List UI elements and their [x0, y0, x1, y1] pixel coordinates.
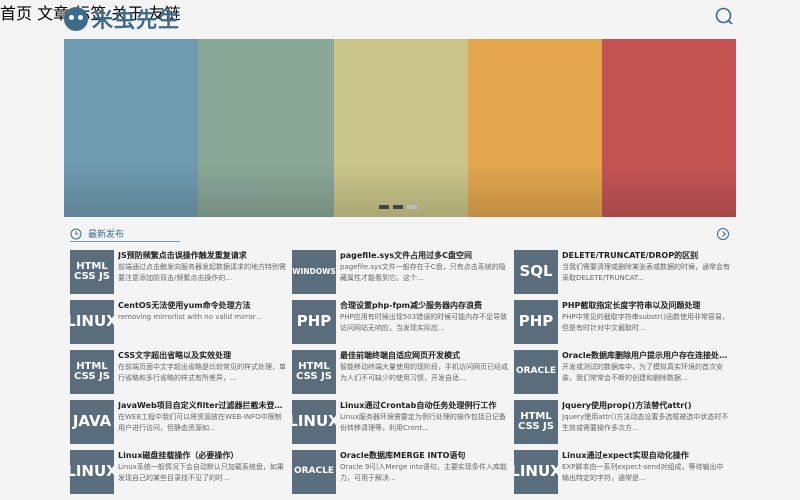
post-card[interactable]: SQL DELETE/TRUNCATE/DROP的区别当我们需要清理或删除某张表或…: [514, 250, 730, 294]
post-title[interactable]: Linux磁盘挂载操作（必要操作）: [118, 450, 286, 461]
post-excerpt: PHP中常见的截取字符串substr()函数使用非常容易，但是有时针对中文截取时…: [562, 313, 729, 332]
post-card[interactable]: HTML CSS JS Jquery使用prop()方法替代attr() Jquery…: [514, 400, 730, 444]
post-card[interactable]: LINUX CentOS无法使用yum命令处理方法 removing mirrorl…: [70, 300, 286, 344]
post-card[interactable]: LINUX Linux通过Crontab自动任务处理例行工作 Linux服务器环境需…: [292, 400, 508, 444]
post-title[interactable]: pagefile.sys文件占用过多C盘空间: [340, 250, 508, 261]
thumbnail-label: LINUX: [70, 312, 114, 331]
post-thumbnail[interactable]: LINUX: [70, 450, 114, 494]
post-card[interactable]: HTML CSS JS CSS文字超出省略以及实效处理在前端页面中文字超出省略是比较…: [70, 350, 286, 394]
post-card[interactable]: JAVA JavaWeb项目自定义filter过滤器拦截未登录... 在WEB工程中…: [70, 400, 286, 444]
thumbnail-label: LINUX: [292, 412, 336, 431]
post-card[interactable]: HTML CSS JS JS预防频繁点击误操作触发重复请求前端通过点击触发向服务器发…: [70, 250, 286, 294]
clock-icon: [70, 228, 82, 240]
nav-home[interactable]: 首页: [0, 4, 32, 23]
post-card[interactable]: HTML CSS JS 最佳前端终端自适应网页开发模式智能移动终端大量使用的现阶段，…: [292, 350, 508, 394]
thumbnail-label: ORACLE: [293, 466, 335, 477]
post-title[interactable]: Jquery使用prop()方法替代attr(): [562, 400, 730, 411]
post-thumbnail[interactable]: PHP: [292, 300, 336, 344]
post-title[interactable]: 最佳前端终端自适应网页开发模式: [340, 350, 508, 361]
post-excerpt: PHP应用有时候出现503错误的时候可能内存不足导致访问网站无响应，当发现实际应…: [340, 313, 508, 332]
post-thumbnail[interactable]: ORACLE: [292, 450, 336, 494]
carousel-dots[interactable]: [379, 205, 417, 209]
post-title[interactable]: JS预防频繁点击误操作触发重复请求: [118, 250, 286, 261]
thumbnail-label: LINUX: [70, 462, 114, 481]
post-title[interactable]: CSS文字超出省略以及实效处理: [118, 350, 286, 361]
thumbnail-label: CSS JS: [296, 371, 332, 382]
post-card[interactable]: LINUX Linux磁盘挂载操作（必要操作） Linux系统一般情况下会自动默认只…: [70, 450, 286, 494]
post-excerpt: 开发或测试的数据库中，为了模拟真实环境的首次安装，我们常常会不断的创建和删除数据…: [562, 363, 723, 382]
post-thumbnail[interactable]: LINUX: [514, 450, 558, 494]
post-thumbnail[interactable]: JAVA: [70, 400, 114, 444]
post-title[interactable]: Oracle数据库删除用户提示用户存在连接处理...: [562, 350, 730, 361]
banner-strip: [334, 39, 468, 217]
section-latest: 最新发布: [70, 227, 180, 242]
carousel-dot[interactable]: [407, 205, 417, 209]
post-title[interactable]: 合理设置php-fpm减少服务器内存浪费: [340, 300, 508, 311]
carousel-dot[interactable]: [393, 205, 403, 209]
post-thumbnail[interactable]: LINUX: [70, 300, 114, 344]
post-thumbnail[interactable]: ORACLE: [514, 350, 558, 394]
post-excerpt: pagefile.sys文件一般存在于C盘，只有点击系统的隐藏属性才能看到它。这…: [340, 263, 506, 282]
post-excerpt: Jquery使用attr()方法动态设置多选框被选中状态时不生效或需要操作多次方…: [562, 413, 729, 432]
logo-text: 米虫先生: [92, 8, 180, 32]
post-title[interactable]: Linux通过Crontab自动任务处理例行工作: [340, 400, 508, 411]
banner-strip: [602, 39, 736, 217]
post-thumbnail[interactable]: SQL: [514, 250, 558, 294]
post-title[interactable]: PHP截取指定长度字符串以及问题处理: [562, 300, 730, 311]
more-arrow-icon[interactable]: [717, 228, 729, 240]
post-excerpt: 前端通过点击触发向服务器发起数据请求的地方特别需要注意添加防双击/频繁点击操作的…: [118, 263, 286, 282]
carousel-dot[interactable]: [379, 205, 389, 209]
thumbnail-label: CSS JS: [74, 271, 110, 282]
post-title[interactable]: CentOS无法使用yum命令处理方法: [118, 300, 286, 311]
post-excerpt: Linux系统一般情况下会自动默认只加载系统盘，如果发现自己的某些目录找不见了的…: [118, 463, 284, 482]
section-title-text: 最新发布: [88, 230, 125, 240]
post-card[interactable]: ORACLE Oracle数据库MERGE INTO语句 Oracle 9i引入Me…: [292, 450, 508, 494]
post-card[interactable]: WINDOWS pagefile.sys文件占用过多C盘空间 pagefile.sy…: [292, 250, 508, 294]
post-excerpt: EXP脚本由一系列expect-send对组成，等待输出中输出特定的字符，通常是…: [562, 463, 724, 482]
banner-carousel[interactable]: [64, 39, 736, 217]
post-excerpt: removing mirrorlist with no valid mirror…: [118, 313, 262, 321]
thumbnail-label: LINUX: [514, 462, 558, 481]
post-excerpt: 智能移动终端大量使用的现阶段，手机访问网页已经成为人们不可缺少的使用习惯，开发自…: [340, 363, 508, 382]
thumbnail-label: CSS JS: [74, 371, 110, 382]
post-excerpt: Linux服务器环境需要定为例行处理的操作包括日记备份转移清理等，利用Cront…: [340, 413, 506, 432]
post-title[interactable]: Linux通过expect实现自动化操作: [562, 450, 730, 461]
post-excerpt: Oracle 9i引入Merge into语句，主要实现条件入库能力，可用于解决…: [340, 463, 507, 482]
post-title[interactable]: Oracle数据库MERGE INTO语句: [340, 450, 508, 461]
thumbnail-label: JAVA: [72, 412, 112, 431]
post-title[interactable]: JavaWeb项目自定义filter过滤器拦截未登录...: [118, 400, 286, 411]
banner-strip: [468, 39, 602, 217]
banner-strip: [198, 39, 334, 217]
site-logo[interactable]: 米虫先生: [64, 4, 180, 34]
logo-icon: [64, 7, 88, 31]
post-thumbnail[interactable]: HTML CSS JS: [514, 400, 558, 444]
site-header: 米虫先生 首页 文章 标签 关于 友链: [0, 0, 800, 36]
post-thumbnail[interactable]: HTML CSS JS: [70, 350, 114, 394]
post-excerpt: 在前端页面中文字超出省略是比较常见的样式处理，单行省略和多行省略的样式有所差异，…: [118, 363, 286, 382]
thumbnail-label: SQL: [519, 262, 553, 281]
post-thumbnail[interactable]: WINDOWS: [292, 250, 336, 294]
thumbnail-label: CSS JS: [518, 421, 554, 432]
thumbnail-label: PHP: [518, 312, 554, 331]
thumbnail-label: ORACLE: [515, 366, 557, 377]
post-thumbnail[interactable]: PHP: [514, 300, 558, 344]
post-excerpt: 当我们需要清理或删除某张表或数据的时候，通常会有采取DELETE/TRUNCAT…: [562, 263, 730, 282]
thumbnail-label: PHP: [296, 312, 332, 331]
post-card[interactable]: PHP 合理设置php-fpm减少服务器内存浪费 PHP应用有时候出现503错误的时…: [292, 300, 508, 344]
post-card[interactable]: LINUX Linux通过expect实现自动化操作 EXP脚本由一系列expect…: [514, 450, 730, 494]
post-thumbnail[interactable]: HTML CSS JS: [292, 350, 336, 394]
post-thumbnail[interactable]: HTML CSS JS: [70, 250, 114, 294]
thumbnail-label: WINDOWS: [292, 267, 336, 277]
post-card[interactable]: PHP PHP截取指定长度字符串以及问题处理 PHP中常见的截取字符串substr(…: [514, 300, 730, 344]
post-excerpt: 在WEB工程中我们可以将资源放在WEB-INFO中限制用户进行访问，但静态资源如…: [118, 413, 282, 432]
post-card[interactable]: ORACLE Oracle数据库删除用户提示用户存在连接处理... 开发或测试的数据…: [514, 350, 730, 394]
post-title[interactable]: DELETE/TRUNCATE/DROP的区别: [562, 250, 730, 261]
post-thumbnail[interactable]: LINUX: [292, 400, 336, 444]
search-icon[interactable]: [715, 7, 733, 25]
banner-strip: [64, 39, 198, 217]
